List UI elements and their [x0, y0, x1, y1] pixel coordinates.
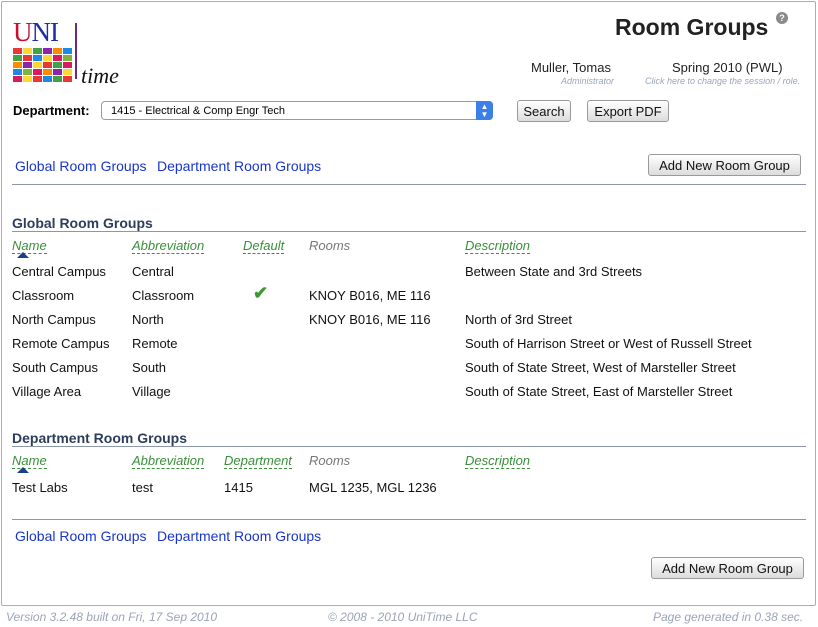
table-cell-name[interactable]: Classroom	[12, 288, 74, 303]
user-role: Administrator	[561, 76, 615, 86]
footer-version: Version 3.2.48 built on Fri, 17 Sep 2010	[6, 610, 218, 624]
global-room-groups-link[interactable]: Global Room Groups	[15, 528, 147, 544]
table-cell-name[interactable]: Village Area	[12, 384, 81, 399]
table-cell-name[interactable]: Test Labs	[12, 480, 68, 495]
search-button[interactable]: Search	[517, 100, 571, 122]
table-cell-abbreviation: Remote	[132, 336, 178, 351]
column-header-default[interactable]: Default	[243, 238, 285, 254]
user-name[interactable]: Muller, Tomas	[531, 60, 611, 75]
table-cell-abbreviation: test	[132, 480, 153, 495]
sort-ascending-icon	[17, 467, 29, 473]
department-room-groups-link[interactable]: Department Room Groups	[157, 528, 321, 544]
sort-ascending-icon	[17, 252, 29, 258]
logo-uni-text: UNI	[13, 17, 59, 47]
table-cell-name[interactable]: South Campus	[12, 360, 98, 375]
global-section-title: Global Room Groups	[12, 215, 153, 231]
section-divider	[12, 231, 806, 232]
column-header-rooms: Rooms	[309, 453, 351, 468]
table-cell-description: South of State Street, West of Marstelle…	[465, 360, 736, 375]
divider	[12, 519, 806, 520]
column-header-description[interactable]: Description	[465, 238, 531, 254]
table-cell-name[interactable]: Remote Campus	[12, 336, 110, 351]
table-cell-description: North of 3rd Street	[465, 312, 572, 327]
page-title: Room Groups	[615, 14, 769, 40]
logo-grid-icon	[13, 48, 72, 82]
table-cell-department: 1415	[224, 480, 253, 495]
export-pdf-button[interactable]: Export PDF	[587, 100, 669, 122]
help-icon[interactable]: ?	[776, 12, 788, 24]
page-frame	[1, 1, 816, 606]
column-header-department[interactable]: Department	[224, 453, 292, 469]
table-cell-abbreviation: North	[132, 312, 164, 327]
divider	[12, 184, 806, 185]
column-header-abbreviation[interactable]: Abbreviation	[132, 453, 205, 469]
logo-time-text: time	[81, 63, 119, 88]
department-label: Department:	[13, 103, 90, 118]
table-cell-description: Between State and 3rd Streets	[465, 264, 643, 279]
table-cell-rooms: MGL 1235, MGL 1236	[309, 480, 437, 495]
global-room-groups-link[interactable]: Global Room Groups	[15, 158, 147, 174]
footer-generated: Page generated in 0.38 sec.	[653, 610, 804, 624]
table-cell-description: South of Harrison Street or West of Russ…	[465, 336, 752, 351]
department-select-value: 1415 - Electrical & Comp Engr Tech	[111, 105, 286, 117]
table-cell-abbreviation: Central	[132, 264, 174, 279]
session-term[interactable]: Spring 2010 (PWL)	[672, 60, 783, 75]
column-header-abbreviation[interactable]: Abbreviation	[132, 238, 205, 254]
department-select[interactable]: 1415 - Electrical & Comp Engr Tech ▲ ▼	[101, 101, 493, 120]
table-cell-description: South of State Street, East of Marstelle…	[465, 384, 733, 399]
table-cell-abbreviation: Classroom	[132, 288, 195, 303]
table-cell-name[interactable]: North Campus	[12, 312, 96, 327]
unitime-logo[interactable]: UNI time	[13, 17, 123, 88]
column-header-description[interactable]: Description	[465, 453, 531, 469]
section-divider	[12, 446, 806, 447]
logo-divider	[75, 23, 77, 79]
session-change-hint[interactable]: Click here to change the session / role.	[645, 76, 800, 86]
table-cell-name[interactable]: Central Campus	[12, 264, 106, 279]
table-cell-rooms: KNOY B016, ME 116	[309, 312, 431, 327]
table-cell-rooms: KNOY B016, ME 116	[309, 288, 431, 303]
select-stepper-icon: ▲ ▼	[476, 101, 493, 120]
footer-copyright[interactable]: © 2008 - 2010 UniTime LLC	[328, 610, 477, 624]
add-new-room-group-button[interactable]: Add New Room Group	[648, 154, 801, 176]
column-header-rooms: Rooms	[309, 238, 351, 253]
add-new-room-group-button[interactable]: Add New Room Group	[651, 557, 804, 579]
department-room-groups-link[interactable]: Department Room Groups	[157, 158, 321, 174]
table-cell-abbreviation: Village	[132, 384, 171, 399]
default-checkmark-icon: ✔	[253, 283, 269, 303]
table-cell-abbreviation: South	[132, 360, 166, 375]
department-section-title: Department Room Groups	[12, 430, 188, 446]
